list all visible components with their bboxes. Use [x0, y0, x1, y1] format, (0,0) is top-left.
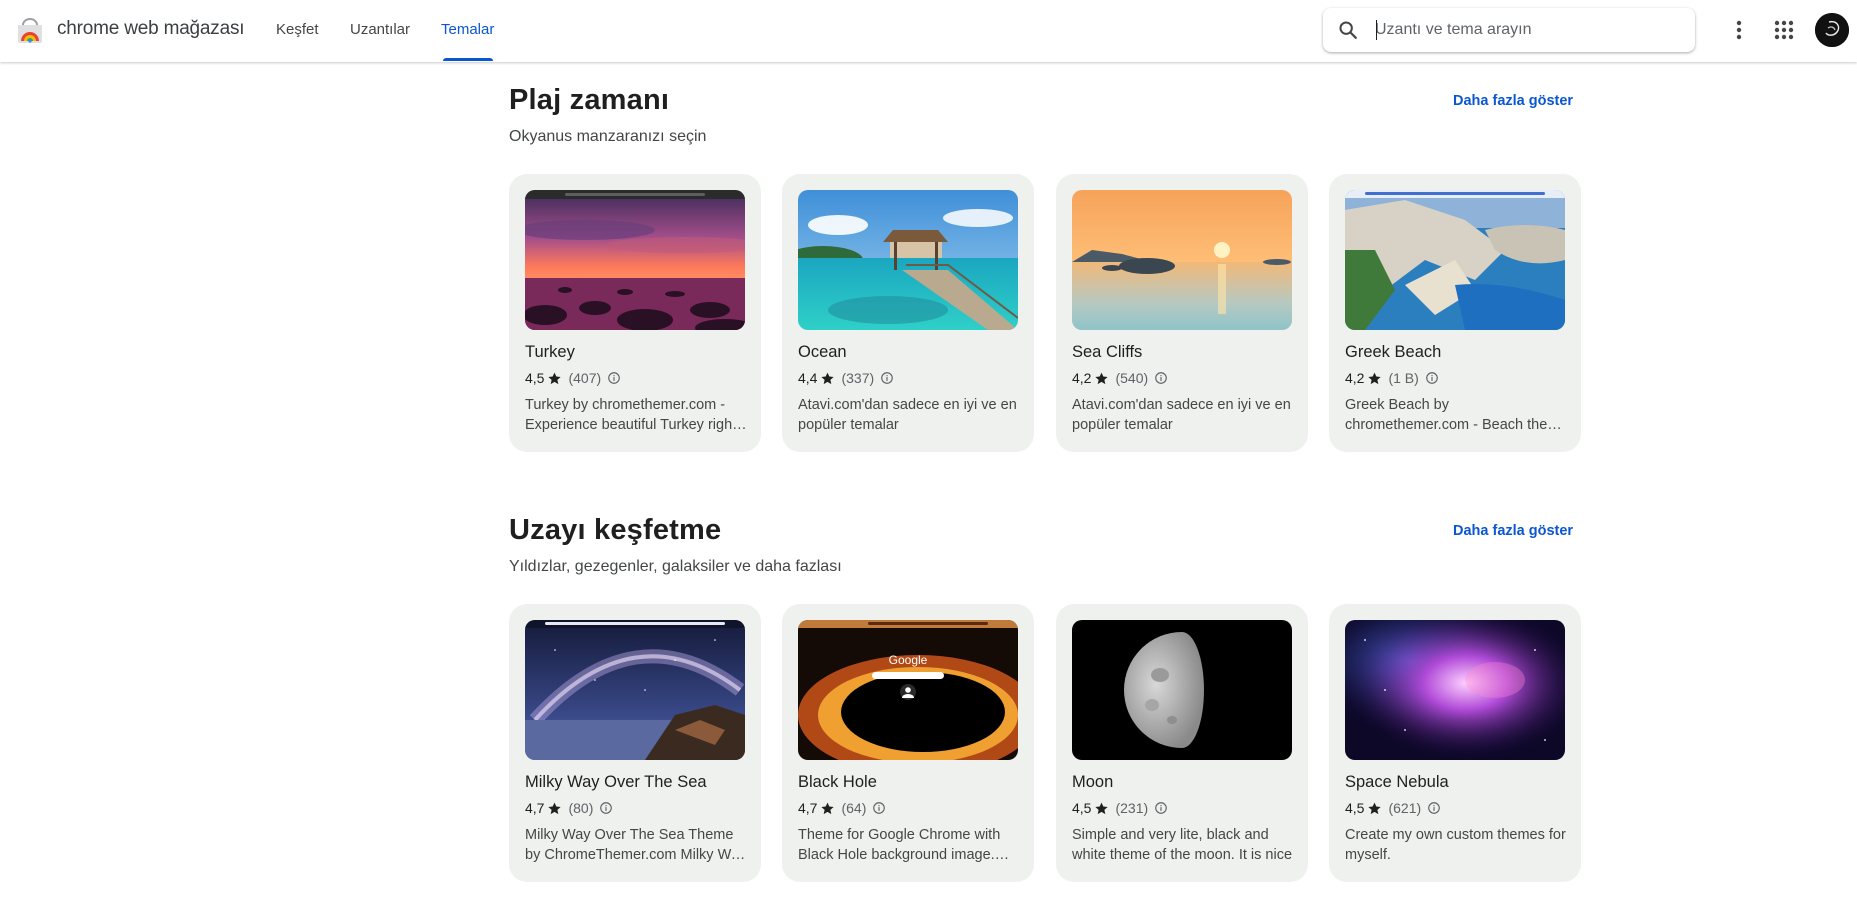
theme-rating: 4,5 (407): [525, 370, 621, 386]
theme-description: Theme for Google Chrome with Black Hole …: [798, 827, 1001, 863]
active-tab-indicator: [443, 58, 493, 61]
black-hole-google-logo: Google: [889, 653, 928, 667]
rating-count: (80): [568, 800, 594, 816]
info-icon[interactable]: [1425, 371, 1439, 385]
rating-value: 4,4: [798, 370, 818, 386]
theme-thumbnail[interactable]: [1345, 190, 1565, 330]
account-avatar[interactable]: [1815, 13, 1849, 47]
theme-thumbnail[interactable]: [1072, 620, 1292, 760]
theme-description: Turkey by chromethemer.com - Experience …: [525, 397, 737, 433]
theme-card-sea-cliffs[interactable]: Sea Cliffs 4,2 (540) Atavi.com'dan sadec…: [1056, 174, 1308, 452]
rating-count: (64): [841, 800, 867, 816]
theme-card-ocean[interactable]: Ocean 4,4 (337) Atavi.com'dan sadece en …: [782, 174, 1034, 452]
theme-description: Simple and very lite, black and white th…: [1072, 827, 1293, 863]
theme-rating: 4,5 (621): [1345, 800, 1441, 816]
star-icon: [548, 372, 562, 384]
chrome-web-store-logo-icon[interactable]: [16, 17, 44, 43]
search-input[interactable]: [1375, 16, 1675, 44]
star-icon: [821, 372, 835, 384]
theme-title[interactable]: Black Hole: [798, 773, 877, 792]
theme-card-black-hole[interactable]: Google Black Hole 4,7 (64) Theme for Goo…: [782, 604, 1034, 882]
rating-count: (621): [1388, 800, 1422, 816]
theme-thumbnail[interactable]: [1345, 620, 1565, 760]
theme-rating: 4,5 (231): [1072, 800, 1168, 816]
theme-card-greek-beach[interactable]: Greek Beach 4,2 (1 B) Greek Beach by chr…: [1329, 174, 1581, 452]
store-brand-name[interactable]: chrome web mağazası: [57, 18, 245, 40]
rating-value: 4,2: [1072, 370, 1092, 386]
theme-thumbnail[interactable]: Google: [798, 620, 1018, 760]
nav-tab-kesfet[interactable]: Keşfet: [276, 21, 319, 38]
theme-rating: 4,2 (1 B): [1345, 370, 1439, 386]
rating-value: 4,5: [1072, 800, 1092, 816]
theme-rating: 4,7 (80): [525, 800, 613, 816]
theme-title[interactable]: Moon: [1072, 773, 1113, 792]
theme-thumbnail[interactable]: [525, 190, 745, 330]
star-icon: [1368, 372, 1382, 384]
theme-description: Create my own custom themes for myself.: [1345, 827, 1566, 863]
rating-count: (540): [1115, 370, 1149, 386]
theme-description: Milky Way Over The Sea Theme by ChromeTh…: [525, 827, 747, 863]
info-icon[interactable]: [880, 371, 894, 385]
rating-value: 4,5: [1345, 800, 1365, 816]
star-icon: [1095, 802, 1109, 814]
section-title-space: Uzayı keşfetme: [509, 514, 722, 546]
section-title-beach: Plaj zamanı: [509, 84, 670, 116]
info-icon[interactable]: [599, 801, 613, 815]
theme-rating: 4,2 (540): [1072, 370, 1168, 386]
rating-count: (407): [568, 370, 602, 386]
info-icon[interactable]: [1154, 801, 1168, 815]
theme-rating: 4,7 (64): [798, 800, 886, 816]
more-options-icon[interactable]: [1725, 14, 1753, 46]
nav-tab-temalar[interactable]: Temalar: [441, 21, 494, 38]
section-subtitle-beach: Okyanus manzaranızı seçin: [509, 128, 707, 145]
theme-description: Atavi.com'dan sadece en iyi ve en popüle…: [798, 397, 1017, 433]
info-icon[interactable]: [872, 801, 886, 815]
theme-title[interactable]: Space Nebula: [1345, 773, 1449, 792]
rating-count: (231): [1115, 800, 1149, 816]
theme-thumbnail[interactable]: [1072, 190, 1292, 330]
star-icon: [548, 802, 562, 814]
search-box[interactable]: [1323, 8, 1695, 52]
text-cursor: [1376, 20, 1377, 40]
theme-title[interactable]: Turkey: [525, 343, 575, 362]
rating-value: 4,7: [525, 800, 545, 816]
nav-tab-uzantilar[interactable]: Uzantılar: [350, 21, 410, 38]
theme-rating: 4,4 (337): [798, 370, 894, 386]
theme-description: Atavi.com'dan sadece en iyi ve en popüle…: [1072, 397, 1291, 433]
theme-description: Greek Beach by chromethemer.com - Beach …: [1345, 397, 1568, 433]
theme-title[interactable]: Milky Way Over The Sea: [525, 773, 707, 792]
theme-card-milky-way[interactable]: Milky Way Over The Sea 4,7 (80) Milky Wa…: [509, 604, 761, 882]
star-icon: [1368, 802, 1382, 814]
star-icon: [1095, 372, 1109, 384]
rating-value: 4,7: [798, 800, 818, 816]
info-icon[interactable]: [1427, 801, 1441, 815]
theme-thumbnail[interactable]: [798, 190, 1018, 330]
search-icon[interactable]: [1337, 19, 1359, 41]
rating-value: 4,5: [525, 370, 545, 386]
section-subtitle-space: Yıldızlar, gezegenler, galaksiler ve dah…: [509, 558, 842, 575]
info-icon[interactable]: [607, 371, 621, 385]
theme-card-moon[interactable]: Moon 4,5 (231) Simple and very lite, bla…: [1056, 604, 1308, 882]
show-more-link-space[interactable]: Daha fazla göster: [1453, 523, 1573, 539]
theme-title[interactable]: Greek Beach: [1345, 343, 1441, 362]
rating-count: (337): [841, 370, 875, 386]
rating-count: (1 B): [1388, 370, 1419, 386]
theme-title[interactable]: Sea Cliffs: [1072, 343, 1142, 362]
top-bar: chrome web mağazası Keşfet Uzantılar Tem…: [0, 0, 1857, 62]
star-icon: [821, 802, 835, 814]
theme-title[interactable]: Ocean: [798, 343, 847, 362]
show-more-link-beach[interactable]: Daha fazla göster: [1453, 93, 1573, 109]
theme-card-turkey[interactable]: Turkey 4,5 (407) Turkey by chromethemer.…: [509, 174, 761, 452]
google-apps-icon[interactable]: [1770, 16, 1798, 44]
info-icon[interactable]: [1154, 371, 1168, 385]
theme-card-space-nebula[interactable]: Space Nebula 4,5 (621) Create my own cus…: [1329, 604, 1581, 882]
theme-thumbnail[interactable]: [525, 620, 745, 760]
rating-value: 4,2: [1345, 370, 1365, 386]
